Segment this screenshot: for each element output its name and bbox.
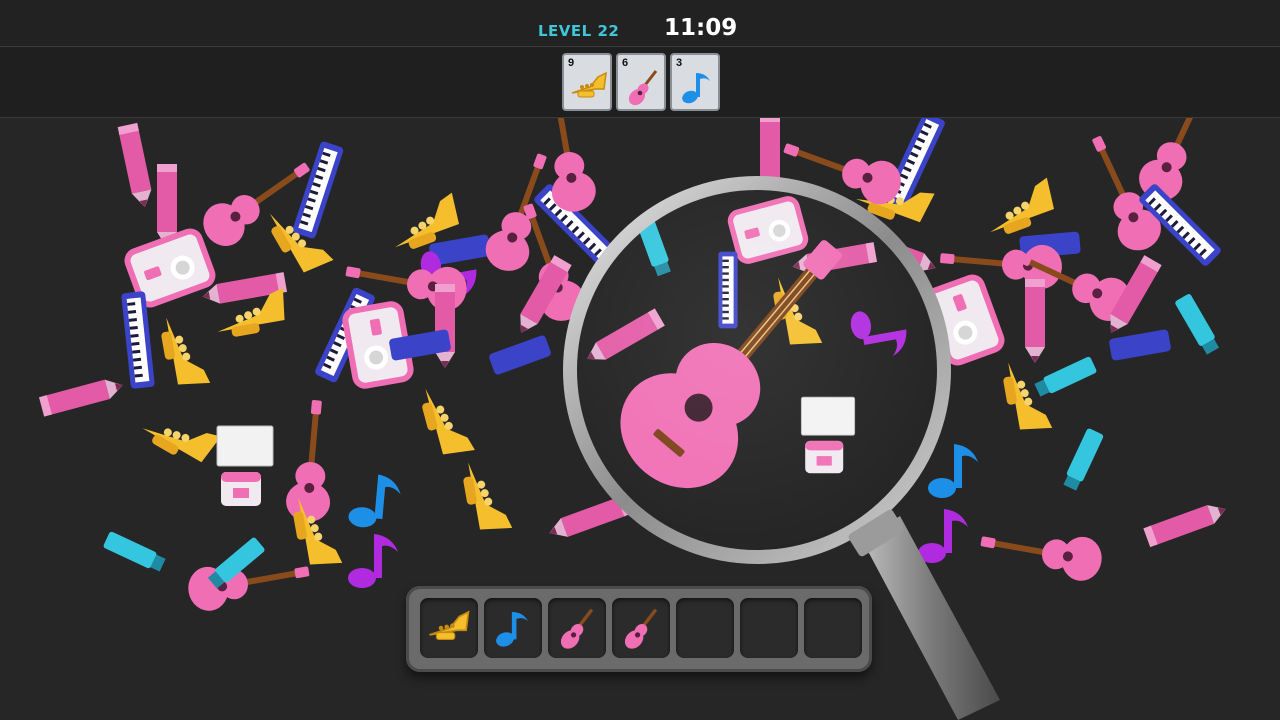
note-object[interactable] (348, 534, 398, 588)
ukulele-object[interactable] (284, 398, 338, 523)
pencil-object[interactable] (435, 284, 455, 368)
tray-slot-6[interactable] (740, 598, 798, 658)
target-card-trumpet: 9 (562, 53, 612, 111)
highlighter-object[interactable] (1033, 355, 1098, 399)
trumpet-object[interactable] (460, 457, 513, 535)
trumpet-icon (429, 610, 470, 640)
trumpet-object[interactable] (138, 400, 221, 472)
ukulele-icon (624, 608, 658, 649)
ukulele-object[interactable] (977, 519, 1105, 584)
tray-slot-3[interactable] (548, 598, 606, 658)
easel-object[interactable] (216, 425, 274, 507)
trumpet-object[interactable] (417, 380, 475, 461)
note-object[interactable] (928, 444, 978, 498)
pencil-object[interactable] (1143, 499, 1230, 548)
highlighter-object[interactable] (1174, 292, 1221, 356)
tray-slot-2[interactable] (484, 598, 542, 658)
keyboard-object[interactable] (291, 140, 345, 240)
ukulele-icon (560, 608, 594, 649)
trumpet-object[interactable] (158, 312, 211, 390)
level-label: LEVEL 22 (538, 22, 620, 40)
note-object[interactable] (347, 472, 403, 531)
pencil-object[interactable] (1025, 279, 1045, 363)
tray-slot-5[interactable] (676, 598, 734, 658)
marker-object[interactable] (1108, 328, 1172, 362)
marker-object[interactable] (488, 334, 552, 376)
tray-slot-7[interactable] (804, 598, 862, 658)
timer: 11:09 (664, 15, 738, 41)
music-note-icon (496, 612, 528, 647)
music-note-icon (682, 73, 710, 104)
note-object[interactable] (918, 509, 968, 563)
target-card-ukulele: 6 (616, 53, 666, 111)
tray-slot-4[interactable] (612, 598, 670, 658)
pencil-object[interactable] (117, 122, 155, 210)
trumpet-object[interactable] (1000, 357, 1053, 435)
ukulele-icon (628, 70, 658, 106)
pencil-object[interactable] (38, 375, 126, 417)
top-bar: LEVEL 22 11:09 (0, 0, 1280, 47)
collection-tray (406, 586, 872, 672)
highlighter-object[interactable] (1061, 427, 1105, 492)
trumpet-object[interactable] (979, 177, 1061, 240)
target-card-music-note: 3 (670, 53, 720, 111)
tray-slot-1[interactable] (420, 598, 478, 658)
trumpet-icon (571, 71, 607, 98)
ukulele-object[interactable] (195, 148, 320, 254)
highlighter-object[interactable] (102, 530, 167, 574)
